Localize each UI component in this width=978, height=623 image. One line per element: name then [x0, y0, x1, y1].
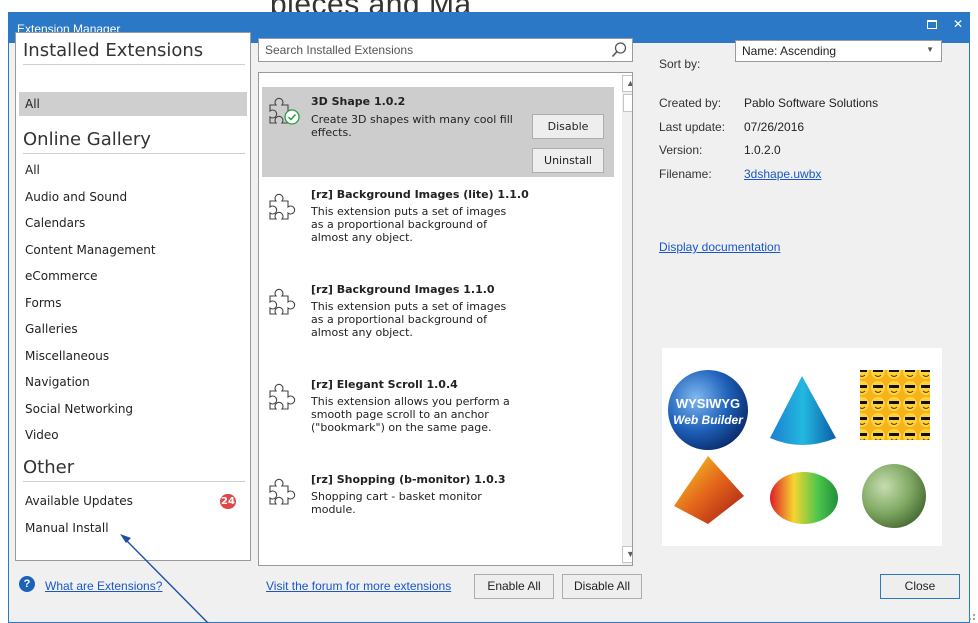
- updates-count-badge: 24: [220, 494, 236, 509]
- version-label: Version:: [659, 143, 703, 157]
- category-navigation[interactable]: Navigation: [19, 370, 247, 394]
- category-miscellaneous[interactable]: Miscellaneous: [19, 344, 247, 368]
- category-social-networking[interactable]: Social Networking: [19, 397, 247, 421]
- puzzle-piece-icon: [269, 383, 296, 410]
- scroll-thumb[interactable]: [623, 94, 632, 112]
- version-value: 1.0.2.0: [744, 143, 781, 157]
- chevron-down-icon: ▼: [926, 45, 934, 54]
- category-ecommerce[interactable]: eCommerce: [19, 264, 247, 288]
- extension-item-elegant-scroll[interactable]: [rz] Elegant Scroll 1.0.4 This extension…: [262, 373, 614, 453]
- category-forms[interactable]: Forms: [19, 291, 247, 315]
- disable-all-button[interactable]: Disable All: [562, 574, 642, 599]
- available-updates-label: Available Updates: [25, 494, 133, 508]
- category-available-updates[interactable]: Available Updates 24: [19, 489, 247, 513]
- disable-button[interactable]: Disable: [532, 114, 604, 139]
- puzzle-piece-icon: [269, 288, 296, 315]
- resize-grip-icon[interactable]: [966, 611, 976, 621]
- created-by-value: Pablo Software Solutions: [744, 96, 879, 110]
- what-are-extensions-link[interactable]: What are Extensions?: [45, 579, 162, 593]
- extension-name: [rz] Background Images (lite) 1.1.0: [311, 188, 529, 201]
- pyramid-shape: [674, 456, 744, 524]
- extension-list: 3D Shape 1.0.2 Create 3D shapes with man…: [258, 72, 633, 566]
- extension-description: This extension puts a set of images as a…: [311, 300, 507, 339]
- category-galleries[interactable]: Galleries: [19, 317, 247, 341]
- puzzle-piece-icon: [269, 193, 296, 220]
- display-documentation-link[interactable]: Display documentation: [659, 240, 780, 254]
- logo-text-wysiwyg: WYSIWYG: [676, 396, 740, 411]
- uninstall-button[interactable]: Uninstall: [532, 148, 604, 173]
- sort-by-value: Name: Ascending: [742, 44, 837, 58]
- extension-item-background-images-lite[interactable]: [rz] Background Images (lite) 1.1.0 This…: [262, 183, 614, 263]
- window-close-button[interactable]: ✕: [943, 13, 973, 37]
- extension-name: [rz] Background Images 1.1.0: [311, 283, 495, 296]
- category-gallery-all[interactable]: All: [19, 158, 247, 182]
- cylinder-shape: [770, 472, 838, 524]
- search-input[interactable]: [265, 41, 605, 59]
- search-field[interactable]: [258, 38, 633, 62]
- filename-label: Filename:: [659, 167, 712, 181]
- help-icon[interactable]: ?: [19, 576, 35, 592]
- enable-all-button[interactable]: Enable All: [474, 574, 554, 599]
- category-manual-install[interactable]: Manual Install: [19, 516, 247, 540]
- extension-item-3d-shape[interactable]: 3D Shape 1.0.2 Create 3D shapes with man…: [262, 87, 614, 177]
- online-gallery-heading: Online Gallery: [23, 129, 245, 154]
- cone-shape: [770, 376, 836, 445]
- maximize-icon: [927, 20, 937, 29]
- close-button[interactable]: Close: [880, 574, 960, 599]
- extension-item-shopping-b-monitor[interactable]: [rz] Shopping (b-monitor) 1.0.3 Shopping…: [262, 468, 614, 538]
- extension-item-background-images[interactable]: [rz] Background Images 1.1.0 This extens…: [262, 278, 614, 358]
- puzzle-piece-icon: [269, 478, 296, 505]
- extension-preview-image: WYSIWYG Web Builder: [662, 348, 942, 546]
- installed-check-icon: [284, 109, 300, 125]
- logo-text-web-builder: Web Builder: [673, 413, 744, 427]
- extension-name: [rz] Elegant Scroll 1.0.4: [311, 378, 458, 391]
- scroll-up-arrow-icon[interactable]: ▲: [622, 75, 632, 92]
- green-sphere-shape: [862, 464, 926, 528]
- extension-name: [rz] Shopping (b-monitor) 1.0.3: [311, 473, 506, 486]
- last-update-value: 07/26/2016: [744, 120, 805, 134]
- scroll-down-arrow-icon[interactable]: ▼: [622, 546, 632, 563]
- extension-description: Create 3D shapes with many cool fill eff…: [311, 113, 513, 139]
- category-audio-and-sound[interactable]: Audio and Sound: [19, 185, 247, 209]
- smiley-cube-shape: [860, 370, 930, 440]
- category-calendars[interactable]: Calendars: [19, 211, 247, 235]
- extension-description: This extension puts a set of images as a…: [311, 205, 507, 244]
- category-panel: Installed Extensions All Online Gallery …: [15, 32, 251, 561]
- other-heading: Other: [23, 457, 245, 482]
- visit-forum-link[interactable]: Visit the forum for more extensions: [266, 579, 451, 593]
- sort-by-label: Sort by:: [659, 57, 701, 71]
- created-by-label: Created by:: [659, 96, 722, 110]
- list-scrollbar[interactable]: ▲ ▼: [622, 75, 632, 565]
- extension-name: 3D Shape 1.0.2: [311, 95, 406, 108]
- category-video[interactable]: Video: [19, 423, 247, 447]
- search-icon[interactable]: [610, 41, 628, 59]
- filename-link[interactable]: 3dshape.uwbx: [744, 167, 821, 181]
- installed-extensions-heading: Installed Extensions: [23, 40, 245, 65]
- extension-description: This extension allows you perform a smoo…: [311, 395, 510, 434]
- last-update-label: Last update:: [659, 120, 726, 134]
- extension-description: Shopping cart - basket monitor module.: [311, 490, 482, 516]
- sort-by-select[interactable]: Name: Ascending ▼: [735, 40, 942, 62]
- category-content-management[interactable]: Content Management: [19, 238, 247, 262]
- category-installed-all[interactable]: All: [19, 92, 247, 116]
